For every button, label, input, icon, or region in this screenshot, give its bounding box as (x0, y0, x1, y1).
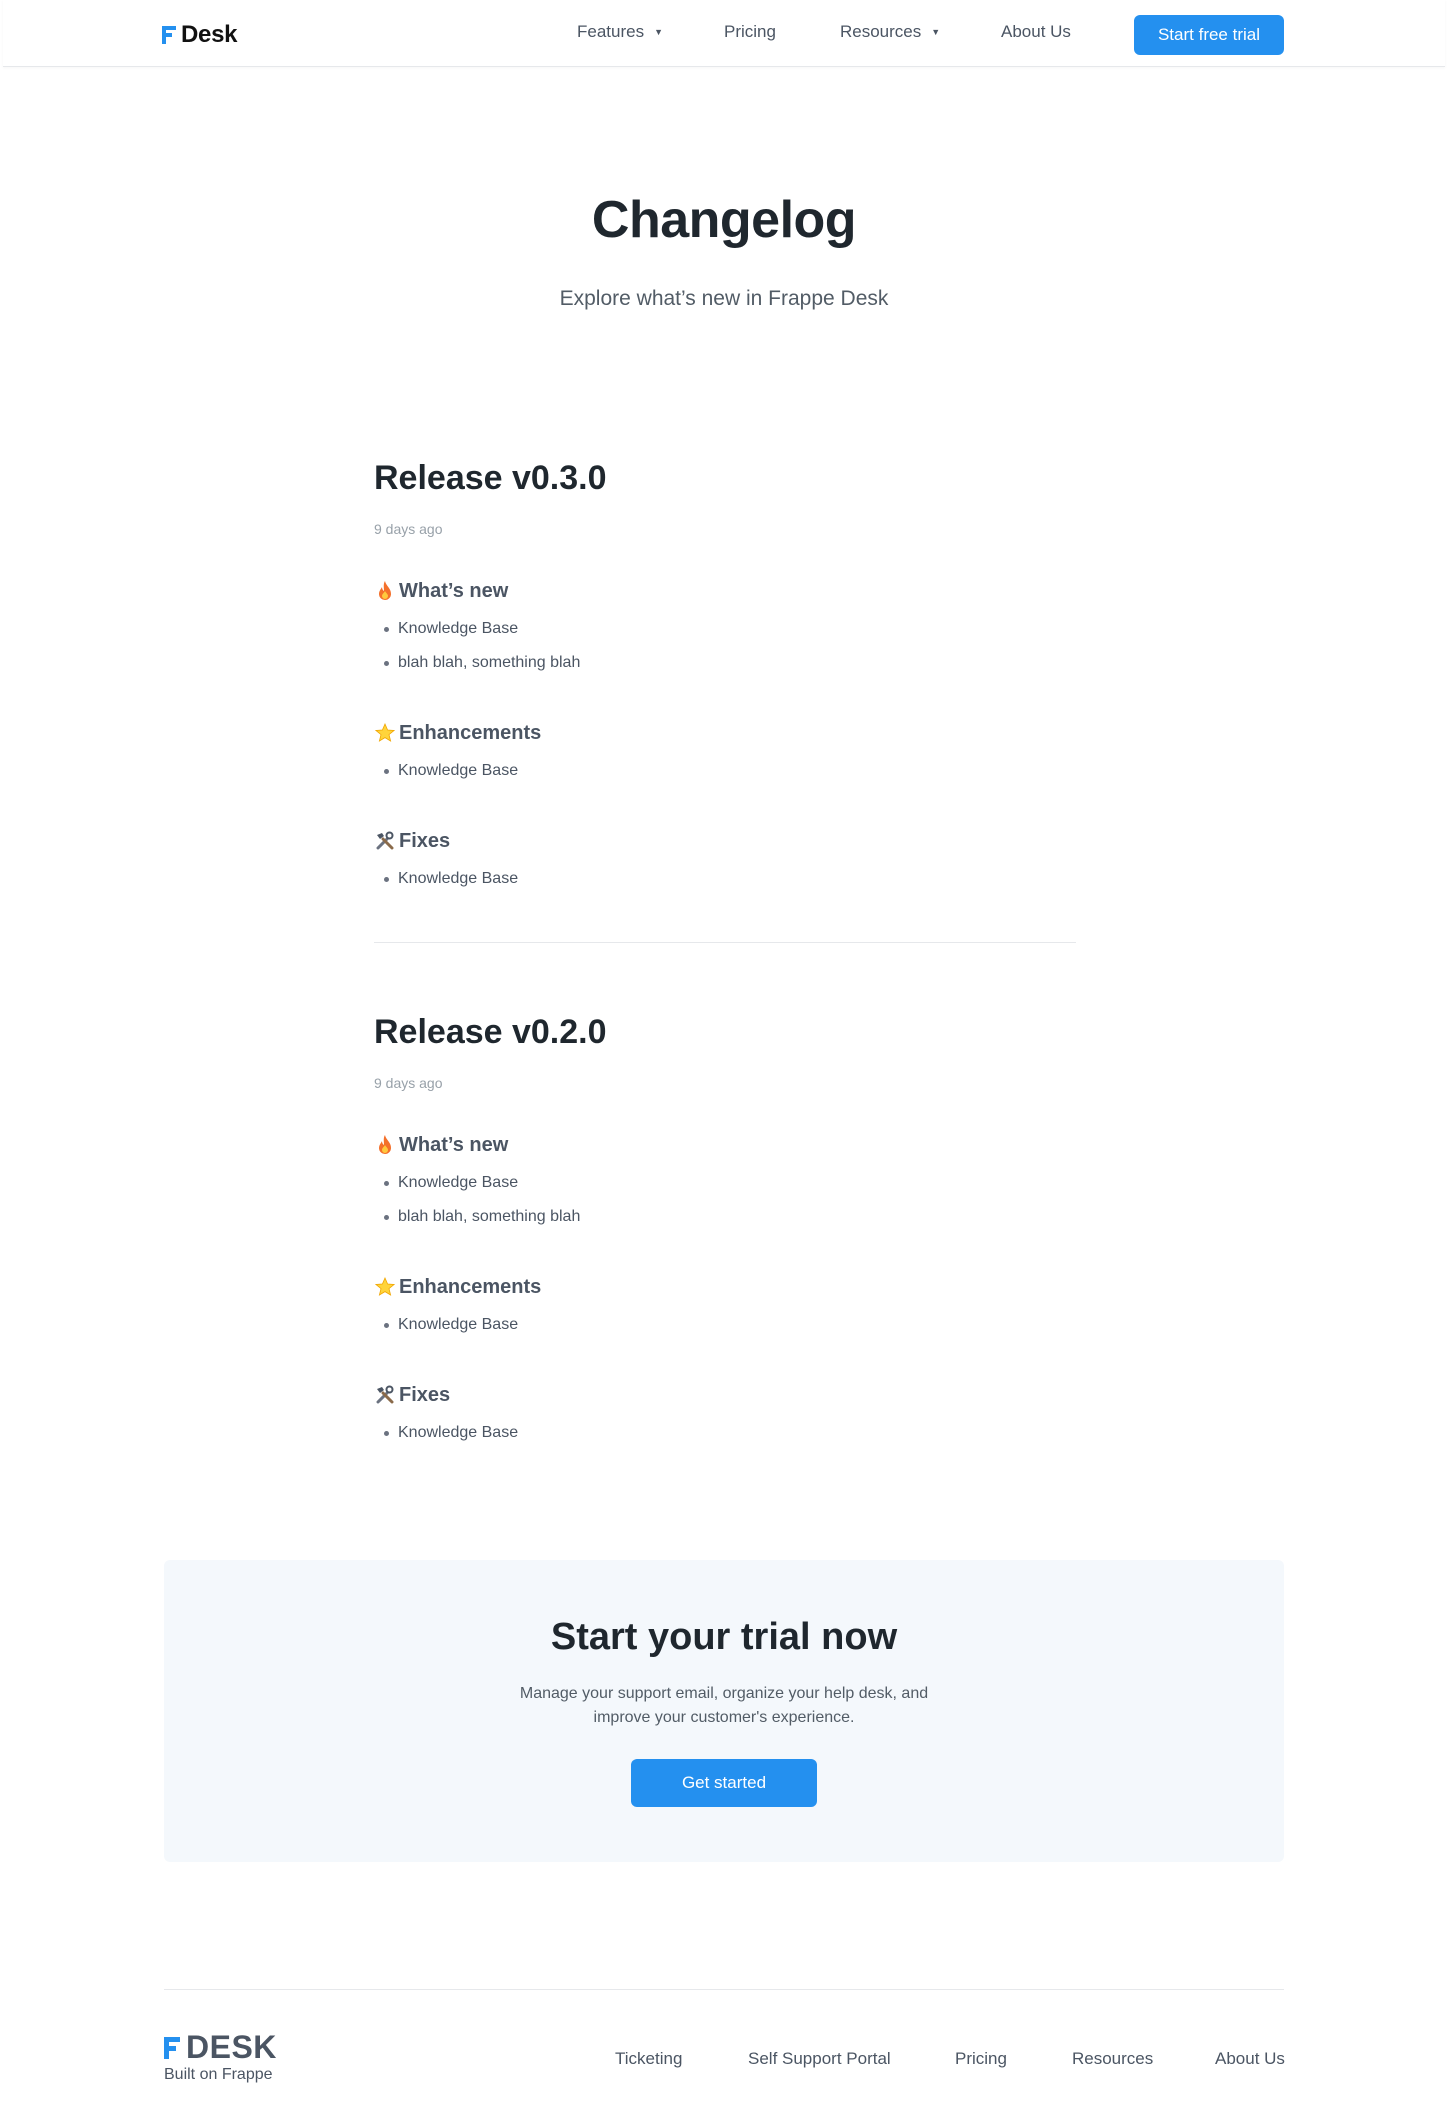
page-title: Changelog (591, 191, 857, 249)
release-date: 9 days ago (374, 521, 443, 537)
trial-title: Start your trial now (550, 1616, 898, 1658)
star-icon (374, 1276, 396, 1298)
list-item: Knowledge Base (374, 1166, 1076, 1200)
section-title: Fixes (399, 830, 451, 852)
fire-icon (374, 1134, 396, 1156)
section-heading: Enhancements (374, 720, 1076, 746)
release-entry: Release v0.2.0 9 days ago What’s new Kno… (374, 1012, 1076, 1450)
section-list: Knowledge Base (374, 862, 1076, 896)
release-entry: Release v0.3.0 9 days ago What’s new Kno… (374, 458, 1076, 896)
trial-cta-section: Start your trial now Manage your support… (164, 1560, 1284, 1862)
release-title: Release v0.3.0 (374, 459, 607, 497)
section-heading: What’s new (374, 578, 1076, 604)
star-icon (374, 722, 396, 744)
release-section-whats-new: What’s new Knowledge Base blah blah, som… (374, 1132, 1076, 1234)
nav-resources[interactable]: Resources ▼ (840, 22, 940, 42)
release-section-whats-new: What’s new Knowledge Base blah blah, som… (374, 578, 1076, 680)
section-title: Enhancements (399, 1276, 542, 1298)
nav-pricing[interactable]: Pricing (724, 22, 776, 42)
footer-link-resources[interactable]: Resources (1072, 2049, 1153, 2069)
section-list: Knowledge Base (374, 1416, 1076, 1450)
section-heading: Enhancements (374, 1274, 1076, 1300)
section-heading: Fixes (374, 828, 1076, 854)
footer-divider (164, 1989, 1284, 1990)
footer-logo-text: DESK (186, 2029, 277, 2065)
nav-features[interactable]: Features ▼ (577, 22, 663, 42)
release-section-fixes: Fixes Knowledge Base (374, 828, 1076, 896)
list-item: Knowledge Base (374, 1416, 1076, 1450)
release-title: Release v0.2.0 (374, 1013, 607, 1051)
list-item: Knowledge Base (374, 612, 1076, 646)
section-list: Knowledge Base blah blah, something blah (374, 612, 1076, 680)
nav-resources-label: Resources (840, 22, 922, 41)
section-title: Enhancements (399, 722, 542, 744)
footer-tagline: Built on Frappe (164, 2066, 273, 2083)
section-heading: Fixes (374, 1382, 1076, 1408)
release-divider (374, 942, 1076, 943)
nav-features-label: Features (577, 22, 645, 41)
footer-link-pricing[interactable]: Pricing (955, 2049, 1007, 2069)
trial-description: Manage your support email, organize your… (519, 1685, 929, 1726)
footer-link-ticketing[interactable]: Ticketing (615, 2049, 682, 2069)
section-title: What’s new (399, 580, 509, 602)
list-item: Knowledge Base (374, 1308, 1076, 1342)
release-section-enhancements: Enhancements Knowledge Base (374, 720, 1076, 788)
release-section-fixes: Fixes Knowledge Base (374, 1382, 1076, 1450)
footer-link-about[interactable]: About Us (1215, 2049, 1285, 2069)
list-item: Knowledge Base (374, 862, 1076, 896)
section-list: Knowledge Base (374, 1308, 1076, 1342)
release-date: 9 days ago (374, 1075, 443, 1091)
section-heading: What’s new (374, 1132, 1076, 1158)
top-navbar: Desk Features ▼ Pricing Resources ▼ Abou… (3, 0, 1445, 67)
section-title: Fixes (399, 1384, 451, 1406)
frappe-logo-icon (164, 2036, 180, 2059)
start-free-trial-button[interactable]: Start free trial (1134, 15, 1284, 55)
release-section-enhancements: Enhancements Knowledge Base (374, 1274, 1076, 1342)
list-item: Knowledge Base (374, 754, 1076, 788)
section-list: Knowledge Base (374, 754, 1076, 788)
tools-icon (374, 830, 396, 852)
nav-pricing-label: Pricing (724, 22, 776, 41)
fire-icon (374, 580, 396, 602)
caret-down-icon: ▼ (931, 27, 941, 37)
footer-logo[interactable]: DESK (164, 2029, 277, 2066)
footer-link-self-support-portal[interactable]: Self Support Portal (748, 2049, 891, 2069)
section-title: What’s new (399, 1134, 509, 1156)
get-started-button[interactable]: Get started (631, 1759, 817, 1807)
nav-about[interactable]: About Us (1001, 22, 1071, 42)
page-subtitle: Explore what’s new in Frappe Desk (559, 287, 889, 310)
tools-icon (374, 1384, 396, 1406)
section-list: Knowledge Base blah blah, something blah (374, 1166, 1076, 1234)
list-item: blah blah, something blah (374, 1200, 1076, 1234)
list-item: blah blah, something blah (374, 646, 1076, 680)
changelog-page: Desk Features ▼ Pricing Resources ▼ Abou… (0, 0, 1448, 2127)
caret-down-icon: ▼ (654, 27, 664, 37)
nav-about-label: About Us (1001, 22, 1071, 41)
